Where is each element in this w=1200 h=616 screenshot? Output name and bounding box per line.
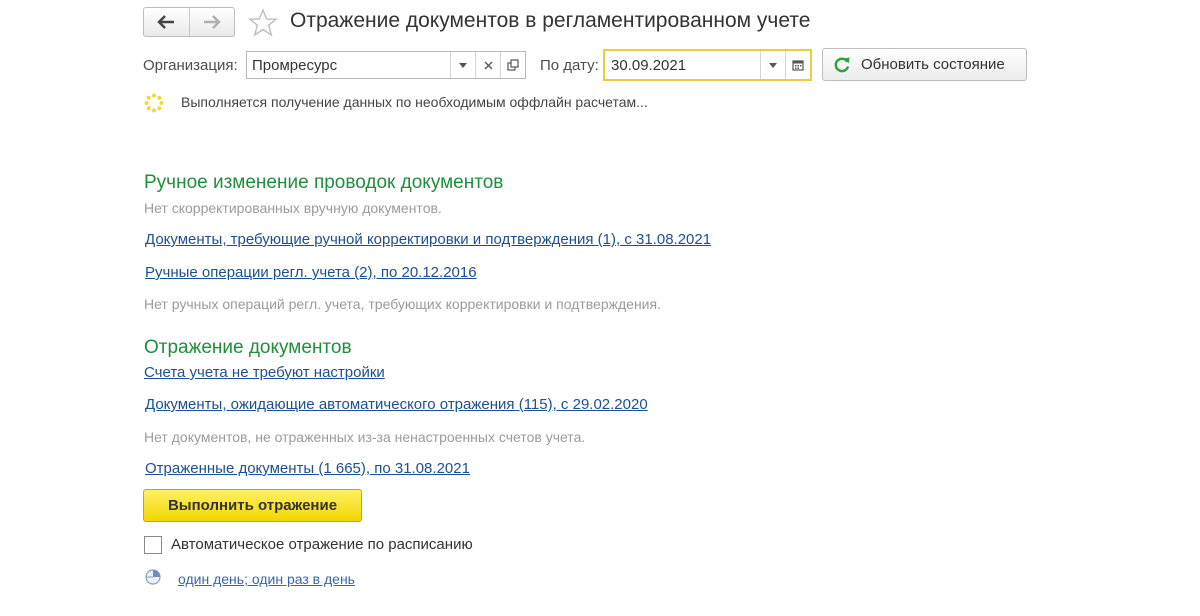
organization-value[interactable]: Промресурс (247, 57, 450, 74)
auto-reflection-label: Автоматическое отражение по расписанию (171, 536, 473, 553)
manual-operations-link[interactable]: Ручные операции регл. учета (2), по 20.1… (145, 264, 477, 281)
reflection-heading: Отражение документов (144, 337, 352, 358)
date-dropdown-button[interactable] (760, 51, 785, 79)
chevron-down-icon (769, 62, 777, 68)
close-icon (484, 61, 492, 69)
arrow-left-icon (157, 15, 175, 29)
chevron-down-icon (459, 62, 467, 68)
calendar-icon (792, 60, 804, 71)
manual-changes-heading: Ручное изменение проводок документов (144, 172, 504, 193)
navigation-buttons (143, 7, 235, 37)
back-button[interactable] (144, 8, 189, 36)
organization-dropdown-button[interactable] (450, 52, 475, 78)
open-window-icon (507, 59, 519, 71)
manual-changes-note: Нет скорректированных вручную документов… (144, 200, 442, 216)
forward-button[interactable] (188, 8, 235, 36)
run-reflection-button[interactable]: Выполнить отражение (143, 489, 362, 522)
refresh-icon (834, 57, 850, 72)
organization-label: Организация: (143, 57, 238, 74)
organization-clear-button[interactable] (475, 52, 500, 78)
refresh-state-label: Обновить состояние (861, 56, 1005, 73)
organization-field[interactable]: Промресурс (246, 51, 526, 79)
documents-awaiting-reflection-link[interactable]: Документы, ожидающие автоматического отр… (145, 396, 648, 413)
star-icon (248, 8, 278, 37)
loading-status-text: Выполняется получение данных по необходи… (181, 94, 648, 110)
unreflected-documents-note: Нет документов, не отраженных из-за нена… (144, 429, 586, 445)
arrow-right-icon (203, 15, 221, 29)
refresh-state-button[interactable]: Обновить состояние (822, 48, 1027, 81)
loading-spinner-icon (144, 93, 164, 113)
favorite-button[interactable] (248, 8, 278, 38)
date-calendar-button[interactable] (785, 51, 810, 79)
documents-requiring-correction-link[interactable]: Документы, требующие ручной корректировк… (145, 231, 711, 248)
date-label: По дату: (540, 57, 599, 74)
date-field[interactable]: 30.09.2021 (603, 49, 812, 81)
date-value[interactable]: 30.09.2021 (605, 57, 760, 74)
organization-open-button[interactable] (500, 52, 525, 78)
schedule-link[interactable]: один день; один раз в день (178, 571, 355, 587)
page-title: Отражение документов в регламентированно… (290, 9, 811, 32)
manual-operations-note: Нет ручных операций регл. учета, требующ… (144, 296, 661, 312)
auto-reflection-checkbox[interactable] (144, 536, 162, 554)
reflected-documents-link[interactable]: Отраженные документы (1 665), по 31.08.2… (145, 460, 470, 477)
accounts-settings-link[interactable]: Счета учета не требуют настройки (144, 364, 385, 381)
schedule-icon (145, 569, 161, 585)
